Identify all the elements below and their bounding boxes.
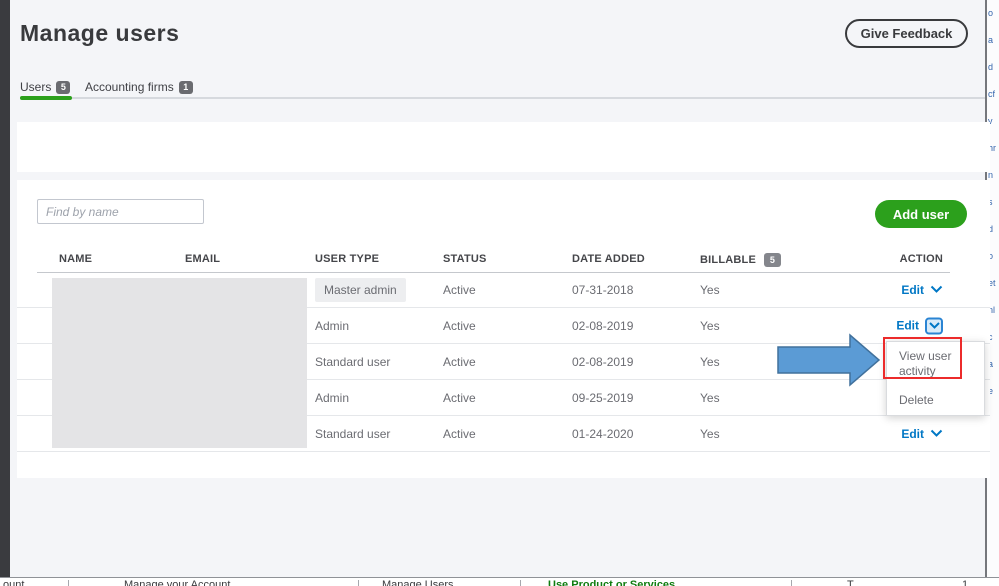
tabs-divider (20, 97, 985, 99)
edit-dropdown-toggle[interactable] (925, 317, 943, 334)
red-highlight-box (883, 337, 962, 379)
cell-action: Edit (896, 317, 943, 334)
chevron-down-icon (928, 322, 940, 329)
edit-link[interactable]: Edit (901, 283, 924, 297)
header-date-added: DATE ADDED (572, 253, 645, 265)
page-title: Manage users (20, 20, 180, 46)
cell-status: Active (443, 354, 476, 369)
header-user-type: USER TYPE (315, 253, 380, 265)
bottom-link-manage-account: Manage your Account (124, 579, 231, 586)
tab-users-label: Users (20, 80, 52, 94)
tab-users[interactable]: Users 5 (20, 79, 71, 95)
table-header-row: NAME EMAIL USER TYPE STATUS DATE ADDED B… (17, 250, 990, 272)
cell-billable: Yes (700, 390, 720, 405)
cell-status: Active (443, 282, 476, 297)
cell-billable: Yes (700, 426, 720, 441)
cell-user-type: Master admin (315, 277, 406, 302)
edit-link[interactable]: Edit (901, 427, 924, 441)
bottom-separator: | (790, 579, 793, 586)
cell-date-added: 02-08-2019 (572, 354, 634, 369)
cell-date-added: 09-25-2019 (572, 390, 634, 405)
cell-user-type: Admin (315, 390, 350, 405)
bottom-separator: | (67, 579, 70, 586)
bottom-fragment: ount (3, 579, 25, 586)
add-user-button[interactable]: Add user (875, 200, 967, 228)
background-page-bottom-sliver: ount | Manage your Account | Manage User… (0, 577, 999, 586)
bottom-link-use-product: Use Product or Services (548, 579, 676, 586)
cell-user-type: Admin (315, 318, 350, 333)
cell-status: Active (443, 426, 476, 441)
tab-accounting-firms-label: Accounting firms (85, 80, 174, 94)
menu-item-delete[interactable]: Delete (887, 386, 984, 415)
give-feedback-button[interactable]: Give Feedback (845, 19, 968, 48)
cell-user-type: Standard user (315, 354, 391, 369)
header-action: ACTION (899, 253, 943, 265)
cell-action: Edit (901, 283, 943, 297)
manage-users-screen: oadcfvhrnsdoetnlcae ount | Manage your A… (0, 0, 999, 586)
header-billable: BILLABLE 5 (700, 253, 781, 267)
users-card: Add user NAME EMAIL USER TYPE STATUS DAT… (17, 180, 990, 478)
cell-billable: Yes (700, 354, 720, 369)
bottom-link-manage-users: Manage Users (382, 579, 454, 586)
header-status: STATUS (443, 253, 487, 265)
header-name: NAME (59, 253, 93, 265)
cell-date-added: 02-08-2019 (572, 318, 634, 333)
tab-users-count-badge: 5 (56, 80, 71, 94)
redacted-name-email-block (52, 278, 307, 448)
header-billable-label: BILLABLE (700, 254, 756, 266)
bottom-fragment: 1 (962, 579, 969, 586)
chevron-down-icon[interactable] (930, 429, 943, 438)
chevron-down-icon[interactable] (930, 285, 943, 294)
cell-status: Active (443, 318, 476, 333)
empty-white-band (17, 122, 990, 172)
billable-count-badge: 5 (763, 253, 781, 267)
search-input[interactable] (37, 199, 204, 224)
bottom-separator: | (519, 579, 522, 586)
cell-date-added: 07-31-2018 (572, 282, 634, 297)
edit-link[interactable]: Edit (896, 319, 919, 333)
bottom-fragment: T (847, 579, 854, 586)
cell-billable: Yes (700, 318, 720, 333)
bottom-separator: | (357, 579, 360, 586)
tab-accounting-firms-count-badge: 1 (178, 80, 193, 94)
header-email: EMAIL (185, 253, 221, 265)
active-tab-indicator (20, 96, 72, 100)
cell-date-added: 01-24-2020 (572, 426, 634, 441)
tab-accounting-firms[interactable]: Accounting firms 1 (85, 79, 193, 95)
cell-user-type: Standard user (315, 426, 391, 441)
cell-billable: Yes (700, 282, 720, 297)
cell-status: Active (443, 390, 476, 405)
background-sidebar-edge (0, 0, 10, 577)
annotation-arrow-icon (777, 333, 881, 387)
cell-action: Edit (901, 427, 943, 441)
